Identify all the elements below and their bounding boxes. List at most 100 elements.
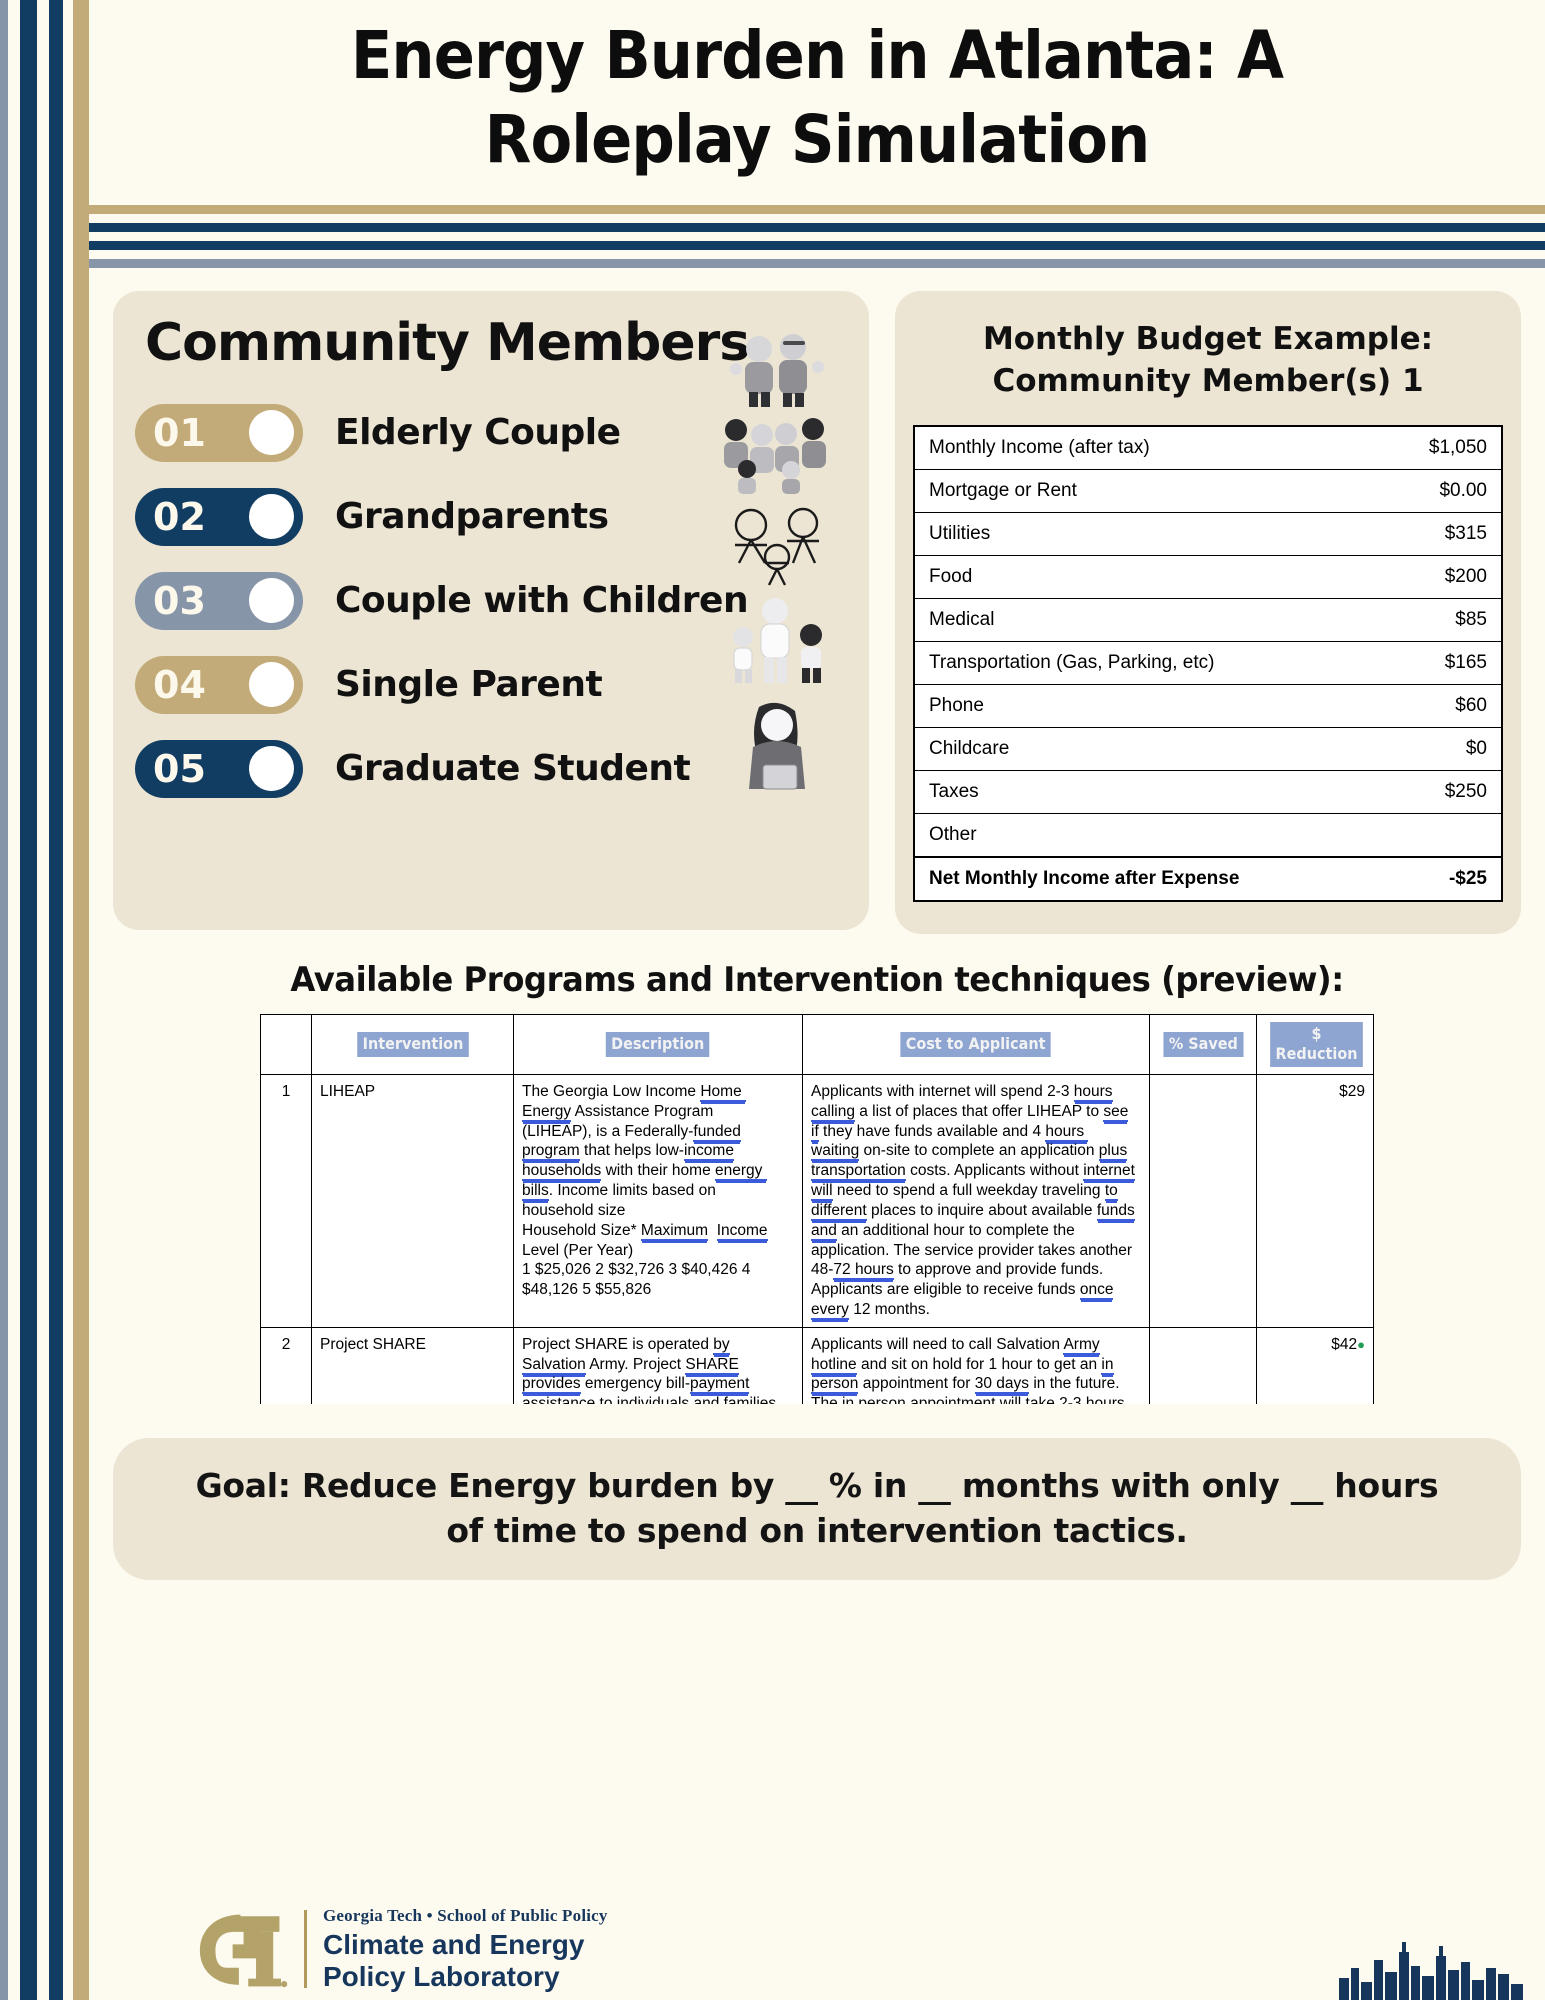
table-row: 2 Project SHARE Project SHARE is operate…	[260, 1326, 1374, 1404]
border-stripe-gold	[73, 0, 89, 2000]
col-header-reduction: $ Reduction	[1256, 1013, 1374, 1075]
footer-org-line: Georgia Tech • School of Public Policy	[323, 1906, 608, 1926]
table-row: Utilities $315	[914, 511, 1502, 556]
top-panels: Community Members 01 Elderly Couple 02 G…	[89, 277, 1545, 934]
budget-label: Monthly Income (after tax)	[914, 425, 1382, 470]
goal-banner: Goal: Reduce Energy burden by __ % in __…	[113, 1437, 1521, 1580]
toggle-knob-icon	[249, 662, 294, 708]
single-parent-icon	[733, 597, 822, 683]
budget-value: $0	[1381, 726, 1502, 771]
toggle-knob-icon	[249, 746, 294, 792]
budget-title-line1: Monthly Budget Example:	[982, 320, 1434, 357]
row-saved	[1149, 1073, 1257, 1328]
comment-dot-icon: ●	[1357, 1336, 1365, 1352]
member-number: 02	[153, 494, 206, 539]
table-row: Mortgage or Rent $0.00	[914, 468, 1502, 513]
table-row: Phone $60	[914, 683, 1502, 728]
logo-divider	[304, 1910, 307, 1989]
rule-slate	[89, 258, 1545, 268]
row-number: 1	[260, 1073, 312, 1328]
table-row: Transportation (Gas, Parking, etc) $165	[914, 640, 1502, 685]
budget-value: $200	[1381, 554, 1502, 599]
budget-total-label: Net Monthly Income after Expense	[914, 855, 1382, 902]
budget-value: $315	[1381, 511, 1502, 556]
budget-label: Taxes	[914, 769, 1382, 814]
rule-gold	[89, 204, 1545, 214]
budget-total-value: -$25	[1381, 855, 1502, 902]
budget-label: Childcare	[914, 726, 1382, 771]
programs-table-viewport[interactable]: Intervention Description Cost to Applica…	[113, 1013, 1521, 1404]
row-description: Project SHARE is operated by Salvation A…	[513, 1326, 803, 1404]
programs-table: Intervention Description Cost to Applica…	[260, 1013, 1374, 1404]
budget-label: Phone	[914, 683, 1382, 728]
member-label: Couple with Children	[335, 580, 749, 622]
budget-table: Monthly Income (after tax) $1,050 Mortga…	[913, 424, 1503, 902]
table-row: Medical $85	[914, 597, 1502, 642]
page-title: Energy Burden in Atlanta: A Roleplay Sim…	[350, 17, 1284, 179]
row-intervention: LIHEAP	[311, 1073, 514, 1328]
border-stripe-navy-2	[49, 0, 63, 2000]
member-label: Graduate Student	[335, 748, 691, 790]
toggle-knob-icon	[249, 410, 294, 456]
member-badge-05[interactable]: 05	[135, 739, 303, 798]
georgia-tech-gt-logo-icon	[199, 1914, 288, 1988]
budget-label: Other	[914, 812, 1382, 858]
monthly-budget-card: Monthly Budget Example: Community Member…	[895, 290, 1521, 934]
programs-header-row: Intervention Description Cost to Applica…	[260, 1013, 1374, 1075]
col-header-intervention: Intervention	[311, 1013, 514, 1075]
budget-total-row: Net Monthly Income after Expense -$25	[914, 855, 1502, 902]
footer-lab-line1: Climate and Energy	[323, 1929, 585, 1961]
footer: Georgia Tech • School of Public Policy C…	[178, 1870, 1545, 2000]
table-row: Food $200	[914, 554, 1502, 599]
row-description: The Georgia Low Income Home Energy Assis…	[513, 1073, 803, 1328]
col-header-no	[260, 1013, 312, 1075]
footer-logo-area: Georgia Tech • School of Public Policy C…	[194, 1906, 608, 1992]
col-header-description: Description	[513, 1013, 803, 1075]
member-number: 05	[153, 746, 206, 791]
rule-navy-1	[89, 222, 1545, 232]
budget-label: Food	[914, 554, 1382, 599]
col-header-cost: Cost to Applicant	[802, 1013, 1150, 1075]
table-row: Taxes $250	[914, 769, 1502, 814]
budget-label: Transportation (Gas, Parking, etc)	[914, 640, 1382, 685]
grandparents-family-icon	[724, 417, 826, 494]
row-reduction: $42●	[1256, 1326, 1374, 1404]
member-label: Single Parent	[335, 664, 603, 706]
programs-section: Available Programs and Intervention tech…	[89, 934, 1545, 1404]
budget-value: $165	[1381, 640, 1502, 685]
col-header-saved: % Saved	[1149, 1013, 1257, 1075]
budget-label: Utilities	[914, 511, 1382, 556]
budget-value	[1381, 812, 1502, 858]
footer-lab-text: Georgia Tech • School of Public Policy C…	[323, 1906, 608, 1992]
member-label: Grandparents	[335, 496, 609, 538]
budget-value: $85	[1381, 597, 1502, 642]
table-row: Childcare $0	[914, 726, 1502, 771]
member-badge-01[interactable]: 01	[135, 403, 303, 462]
toggle-knob-icon	[249, 578, 294, 624]
page-body: Energy Burden in Atlanta: A Roleplay Sim…	[89, 0, 1545, 2000]
member-number: 04	[153, 662, 206, 707]
border-gap-1	[8, 0, 20, 2000]
couple-with-children-icon	[734, 507, 819, 586]
table-row: Monthly Income (after tax) $1,050	[914, 425, 1502, 470]
member-badge-04[interactable]: 04	[135, 655, 303, 714]
budget-value: $0.00	[1381, 468, 1502, 513]
community-members-card: Community Members 01 Elderly Couple 02 G…	[113, 290, 869, 930]
footer-lab-line2: Policy Laboratory	[323, 1960, 560, 1992]
border-gap-2	[37, 0, 49, 2000]
border-stripe-navy-1	[20, 0, 37, 2000]
budget-value: $1,050	[1381, 425, 1502, 470]
toggle-knob-icon	[249, 494, 294, 540]
member-badge-03[interactable]: 03	[135, 571, 303, 630]
row-cost: Applicants with internet will spend 2-3 …	[802, 1073, 1150, 1328]
member-label: Elderly Couple	[335, 412, 621, 454]
member-badge-02[interactable]: 02	[135, 487, 303, 546]
border-gap-3	[63, 0, 73, 2000]
member-number: 03	[153, 578, 206, 623]
table-row: Other	[914, 812, 1502, 858]
budget-value: $250	[1381, 769, 1502, 814]
border-stripe-slate	[0, 0, 8, 2000]
member-number: 01	[153, 410, 206, 455]
budget-title: Monthly Budget Example: Community Member…	[913, 319, 1503, 403]
people-illustrations	[707, 331, 847, 797]
